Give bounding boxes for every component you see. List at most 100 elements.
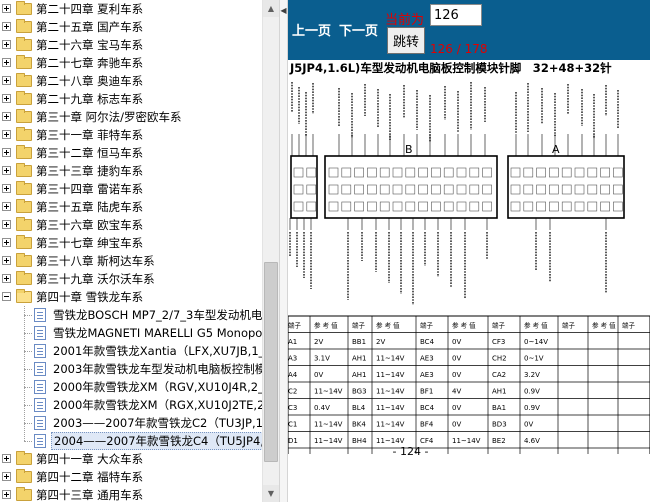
tree-chapter-item[interactable]: 第二十五章 国产车系	[0, 18, 262, 36]
pin-slot	[456, 167, 467, 178]
tree-connector	[24, 441, 32, 442]
document-page: J5JP4,1.6L)车型发动机电脑板控制模块针脚 32+48+32针 BA 端…	[288, 60, 650, 502]
expand-icon[interactable]	[2, 202, 11, 211]
tree-chapter-item[interactable]: 第三十七章 绅宝车系	[0, 234, 262, 252]
pin-slot	[431, 201, 441, 212]
table-cell: CF3	[492, 338, 505, 346]
tree-document-item[interactable]: 2001年款雪铁龙Xantia（LFX,XU7JB,1_	[0, 342, 262, 360]
table-cell: C3	[288, 404, 297, 412]
expand-icon[interactable]	[2, 22, 11, 31]
pin-slot	[482, 167, 492, 178]
pin-slot	[549, 184, 559, 195]
collapse-icon[interactable]	[2, 292, 11, 301]
expand-icon[interactable]	[2, 166, 11, 175]
tree-document-item[interactable]: 2004——2007年款雪铁龙C4（TU5JP4,	[0, 432, 262, 450]
expand-icon[interactable]	[2, 454, 11, 463]
prev-page-link[interactable]: 上一页	[292, 20, 331, 39]
tree-chapter-item[interactable]: 第三十九章 沃尔沃车系	[0, 270, 262, 288]
table-cell: A3	[288, 355, 297, 363]
tree-chapter-item[interactable]: 第四十章 雪铁龙车系	[0, 288, 262, 306]
table-cell: 0V	[452, 404, 461, 412]
pin-slot	[418, 167, 428, 178]
pin-slot	[392, 167, 403, 178]
expand-icon[interactable]	[2, 220, 11, 229]
pin-slot	[306, 184, 317, 195]
table-cell: 0~1V	[524, 355, 544, 363]
tree-scrollbar[interactable]: ▲ ▼	[262, 0, 279, 502]
tree-document-item[interactable]: 2003——2007年款雪铁龙C2（TU3JP,1	[0, 414, 262, 432]
table-header-cell: 端子	[622, 321, 636, 330]
tree-chapter-item[interactable]: 第三十五章 陆虎车系	[0, 198, 262, 216]
tree-document-item[interactable]: 2003年款雪铁龙车型发动机电脑板控制模	[0, 360, 262, 378]
tree-document-item[interactable]: 雪铁龙BOSCH MP7_2/7_3车型发动机电	[0, 306, 262, 324]
expand-icon[interactable]	[2, 76, 11, 85]
tree-document-item[interactable]: 2000年款雪铁龙XM（RGV,XU10J4R,2_	[0, 378, 262, 396]
expand-icon[interactable]	[2, 490, 11, 499]
expand-icon[interactable]	[2, 94, 11, 103]
table-cell: 11~14V	[452, 437, 481, 445]
pin-slot	[418, 184, 428, 195]
tree-chapter-item[interactable]: 第四十一章 大众车系	[0, 450, 262, 468]
tree-chapter-item[interactable]: 第四十二章 福特车系	[0, 468, 262, 486]
tree-chapter-label: 第三十九章 沃尔沃车系	[36, 272, 155, 286]
scroll-down-arrow-icon[interactable]: ▼	[263, 485, 279, 502]
tree-chapter-item[interactable]: 第三十三章 捷豹车系	[0, 162, 262, 180]
table-cell: A1	[288, 338, 297, 346]
tree-chapter-item[interactable]: 第二十四章 夏利车系	[0, 0, 262, 18]
expand-icon[interactable]	[2, 4, 11, 13]
tree-document-item[interactable]: 2000年款雪铁龙XM（RGX,XU10J2TE,2	[0, 396, 262, 414]
expand-icon[interactable]	[2, 256, 11, 265]
table-header-cell: 端子	[562, 321, 576, 330]
pin-slot	[306, 167, 317, 178]
folder-icon	[16, 109, 32, 123]
collapse-left-icon[interactable]: ◀	[280, 6, 287, 15]
tree-document-item[interactable]: 雪铁龙MAGNETI MARELLI G5 Monopo	[0, 324, 262, 342]
next-page-link[interactable]: 下一页	[339, 20, 378, 39]
tree-chapter-item[interactable]: 第三十四章 雷诺车系	[0, 180, 262, 198]
page-number-input[interactable]	[430, 4, 482, 26]
tree-chapter-item[interactable]: 第三十二章 恒马车系	[0, 144, 262, 162]
table-header-cell: 参 考 值	[524, 321, 548, 330]
pin-slot	[456, 201, 467, 212]
table-cell: BE2	[492, 437, 506, 445]
pin-slot	[510, 167, 521, 178]
chapter-tree[interactable]: 第二十四章 夏利车系 第二十五章 国产车系 第二十六章 宝马车系 第二十七章 奔驰车系…	[0, 0, 262, 502]
expand-icon[interactable]	[2, 184, 11, 193]
connector-b-label: B	[405, 143, 413, 156]
table-cell: AE3	[420, 355, 434, 363]
pin-slot	[523, 184, 534, 195]
tree-chapter-item[interactable]: 第三十一章 菲特车系	[0, 126, 262, 144]
table-cell: BG3	[352, 388, 367, 396]
expand-icon[interactable]	[2, 112, 11, 121]
folder-open-icon	[16, 289, 32, 303]
document-icon	[34, 416, 46, 430]
expand-icon[interactable]	[2, 148, 11, 157]
tree-document-label: 2000年款雪铁龙XM（RGX,XU10J2TE,2	[53, 398, 262, 412]
expand-icon[interactable]	[2, 130, 11, 139]
document-icon	[34, 434, 46, 448]
tree-chapter-item[interactable]: 第二十七章 奔驰车系	[0, 54, 262, 72]
tree-chapter-item[interactable]: 第三十章 阿尔法/罗密欧车系	[0, 108, 262, 126]
pin-slot	[456, 184, 467, 195]
expand-icon[interactable]	[2, 58, 11, 67]
panel-splitter[interactable]: ◀	[279, 0, 288, 502]
document-icon	[34, 398, 46, 412]
page-toolbar: 上一页 下一页 当前为 跳转 126 / 178	[288, 0, 650, 60]
scroll-up-arrow-icon[interactable]: ▲	[263, 0, 279, 17]
table-cell: 0V	[452, 421, 461, 429]
tree-chapter-item[interactable]: 第二十八章 奥迪车系	[0, 72, 262, 90]
expand-icon[interactable]	[2, 472, 11, 481]
tree-chapter-item[interactable]: 第二十九章 标志车系	[0, 90, 262, 108]
pin-slot	[510, 184, 521, 195]
expand-icon[interactable]	[2, 238, 11, 247]
pin-slot	[443, 167, 454, 178]
tree-chapter-item[interactable]: 第二十六章 宝马车系	[0, 36, 262, 54]
pin-slot	[367, 167, 377, 178]
tree-chapter-item[interactable]: 第三十六章 欧宝车系	[0, 216, 262, 234]
expand-icon[interactable]	[2, 40, 11, 49]
tree-chapter-item[interactable]: 第四十三章 通用车系	[0, 486, 262, 502]
expand-icon[interactable]	[2, 274, 11, 283]
jump-button[interactable]: 跳转	[387, 27, 425, 54]
tree-chapter-item[interactable]: 第三十八章 斯柯达车系	[0, 252, 262, 270]
scrollbar-thumb[interactable]	[264, 262, 278, 462]
